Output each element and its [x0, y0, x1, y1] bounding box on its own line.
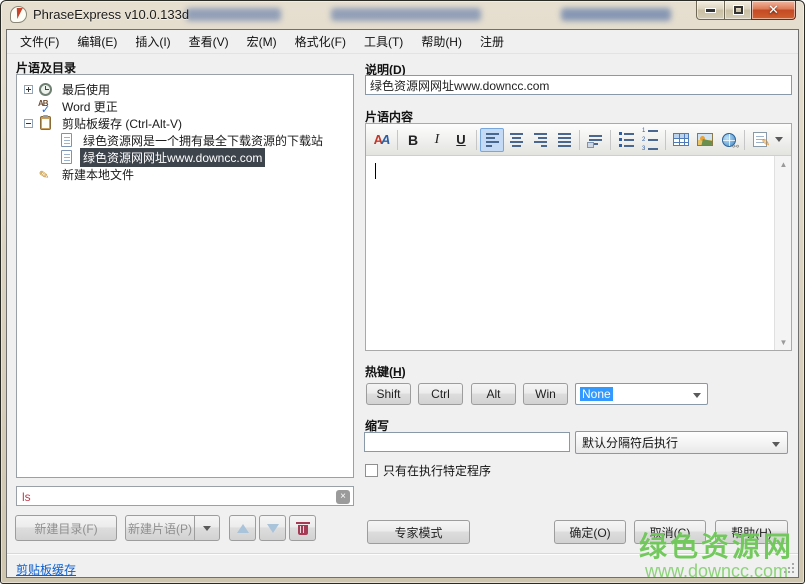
new-phrase-dropdown-button[interactable] [194, 515, 220, 541]
statusbar-divider [7, 553, 798, 555]
arrow-down-icon [266, 523, 279, 533]
menu-help[interactable]: 帮助(H) [412, 29, 471, 54]
menu-edit[interactable]: 编辑(E) [68, 29, 126, 54]
menu-view[interactable]: 查看(V) [180, 29, 238, 54]
new-phrase-button[interactable]: 新建片语(P) [125, 515, 195, 541]
justify-icon[interactable] [552, 128, 576, 152]
hotkey-ctrl-button[interactable]: Ctrl [418, 383, 463, 405]
titlebar-background-smudge [561, 8, 671, 21]
tree-item-word-autocorrect[interactable]: AB ✓ Word 更正 [17, 98, 353, 116]
arrow-up-icon [236, 523, 249, 533]
tree-search-input[interactable]: ls × [16, 486, 354, 506]
font-icon[interactable]: AA [370, 128, 394, 152]
chevron-down-icon [772, 442, 780, 447]
move-up-button[interactable] [229, 515, 256, 541]
document-icon [59, 150, 75, 165]
bullet-list-icon[interactable] [614, 128, 638, 152]
tree-item-last-used[interactable]: 最后使用 [17, 81, 353, 98]
minimize-icon [705, 7, 716, 13]
description-input[interactable]: 绿色资源网网址www.downcc.com [365, 75, 792, 95]
edit-note-icon[interactable] [748, 128, 772, 152]
search-query-text: ls [22, 490, 31, 504]
checkbox-label: 只有在执行特定程序 [383, 464, 492, 478]
underline-icon[interactable]: U [449, 128, 473, 152]
align-right-icon[interactable] [528, 128, 552, 152]
phrase-content-textarea[interactable] [366, 156, 774, 350]
hotkey-shift-button[interactable]: Shift [366, 383, 411, 405]
checkbox-icon[interactable] [365, 464, 378, 477]
statusbar-clipboard-link[interactable]: 剪贴板缓存 [16, 561, 76, 578]
paragraph-indent-icon[interactable] [583, 128, 607, 152]
table-icon[interactable] [669, 128, 693, 152]
word-autocorrect-icon: AB ✓ [38, 99, 51, 116]
editor-scrollbar[interactable]: ▲ ▼ [774, 156, 791, 350]
resize-grip[interactable] [782, 561, 794, 573]
italic-icon[interactable]: I [425, 128, 449, 152]
specific-program-checkbox[interactable]: 只有在执行特定程序 [365, 462, 491, 479]
toolbar-dropdown-arrow-icon[interactable] [772, 128, 786, 152]
clipboard-icon [38, 115, 54, 131]
menu-file[interactable]: 文件(F) [11, 29, 68, 54]
abbreviation-input[interactable] [364, 432, 570, 452]
titlebar-background-smudge [331, 8, 481, 21]
chevron-down-icon [693, 393, 701, 398]
dialog-content: 文件(F) 编辑(E) 插入(I) 查看(V) 宏(M) 格式化(F) 工具(T… [6, 29, 799, 578]
new-folder-button[interactable]: 新建目录(F) [15, 515, 117, 541]
phrase-tree[interactable]: 最后使用 AB ✓ Word 更正 剪贴板缓存 (Ctrl-Alt-V) 绿色资源… [16, 74, 354, 478]
text-caret [375, 163, 376, 179]
window-title: PhraseExpress v10.0.133d [33, 7, 190, 22]
tree-item-clipboard-cache[interactable]: 剪贴板缓存 (Ctrl-Alt-V) [17, 115, 353, 132]
collapse-icon[interactable] [24, 119, 33, 128]
chevron-down-icon [203, 525, 211, 531]
pencil-icon: ✎ [37, 167, 51, 183]
tree-item-phrase-2-selected[interactable]: 绿色资源网网址www.downcc.com [17, 148, 353, 167]
delimiter-selected-value: 默认分隔符后执行 [582, 436, 679, 450]
app-icon [10, 6, 27, 23]
numbered-list-icon[interactable]: 123 [638, 128, 662, 152]
hyperlink-globe-icon[interactable]: ⚯ [717, 128, 741, 152]
align-left-icon[interactable] [480, 127, 504, 152]
align-center-icon[interactable] [504, 128, 528, 152]
maximize-button[interactable] [724, 1, 752, 20]
hotkey-key-combobox[interactable]: None [575, 383, 708, 405]
hotkey-alt-button[interactable]: Alt [471, 383, 516, 405]
delete-button[interactable] [289, 515, 316, 541]
menu-macro[interactable]: 宏(M) [238, 29, 286, 54]
app-window: PhraseExpress v10.0.133d ✕ 文件(F) 编辑(E) 插… [0, 0, 805, 584]
ok-button[interactable]: 确定(O) [554, 520, 626, 544]
menu-format[interactable]: 格式化(F) [286, 29, 355, 54]
tree-item-phrase-1[interactable]: 绿色资源网是一个拥有最全下载资源的下载站 [17, 132, 353, 149]
hotkey-win-button[interactable]: Win [523, 383, 568, 405]
hotkey-selected-value: None [580, 387, 613, 401]
hotkey-label: 热键(H) [365, 365, 406, 379]
document-icon [59, 133, 75, 148]
formatting-toolbar: AA B I U 123 ⚯ [366, 124, 791, 156]
scroll-down-icon[interactable]: ▼ [775, 334, 792, 350]
menu-register[interactable]: 注册 [471, 29, 513, 54]
menu-bar: 文件(F) 编辑(E) 插入(I) 查看(V) 宏(M) 格式化(F) 工具(T… [7, 30, 798, 54]
clock-icon [38, 82, 54, 97]
move-down-button[interactable] [259, 515, 286, 541]
maximize-icon [732, 5, 744, 15]
image-icon[interactable] [693, 128, 717, 152]
expand-icon[interactable] [24, 85, 33, 94]
close-button[interactable]: ✕ [751, 1, 796, 20]
close-icon: ✕ [768, 2, 779, 17]
menu-insert[interactable]: 插入(I) [126, 29, 179, 54]
clear-search-icon[interactable]: × [336, 490, 350, 504]
title-bar[interactable]: PhraseExpress v10.0.133d ✕ [1, 1, 804, 29]
delimiter-combobox[interactable]: 默认分隔符后执行 [575, 431, 788, 454]
expert-mode-button[interactable]: 专家模式 [367, 520, 470, 544]
minimize-button[interactable] [696, 1, 725, 20]
tree-item-new-local-file[interactable]: ✎ 新建本地文件 [17, 166, 353, 183]
titlebar-background-smudge [186, 8, 281, 21]
bold-icon[interactable]: B [401, 128, 425, 152]
phrase-content-editor: AA B I U 123 ⚯ ✎ ▲ ▼ [365, 123, 792, 351]
cancel-button[interactable]: 取消(C) [634, 520, 706, 544]
trash-icon [295, 521, 310, 535]
scroll-up-icon[interactable]: ▲ [775, 156, 792, 172]
help-button[interactable]: 帮助(H) [715, 520, 788, 544]
menu-tools[interactable]: 工具(T) [355, 29, 412, 54]
